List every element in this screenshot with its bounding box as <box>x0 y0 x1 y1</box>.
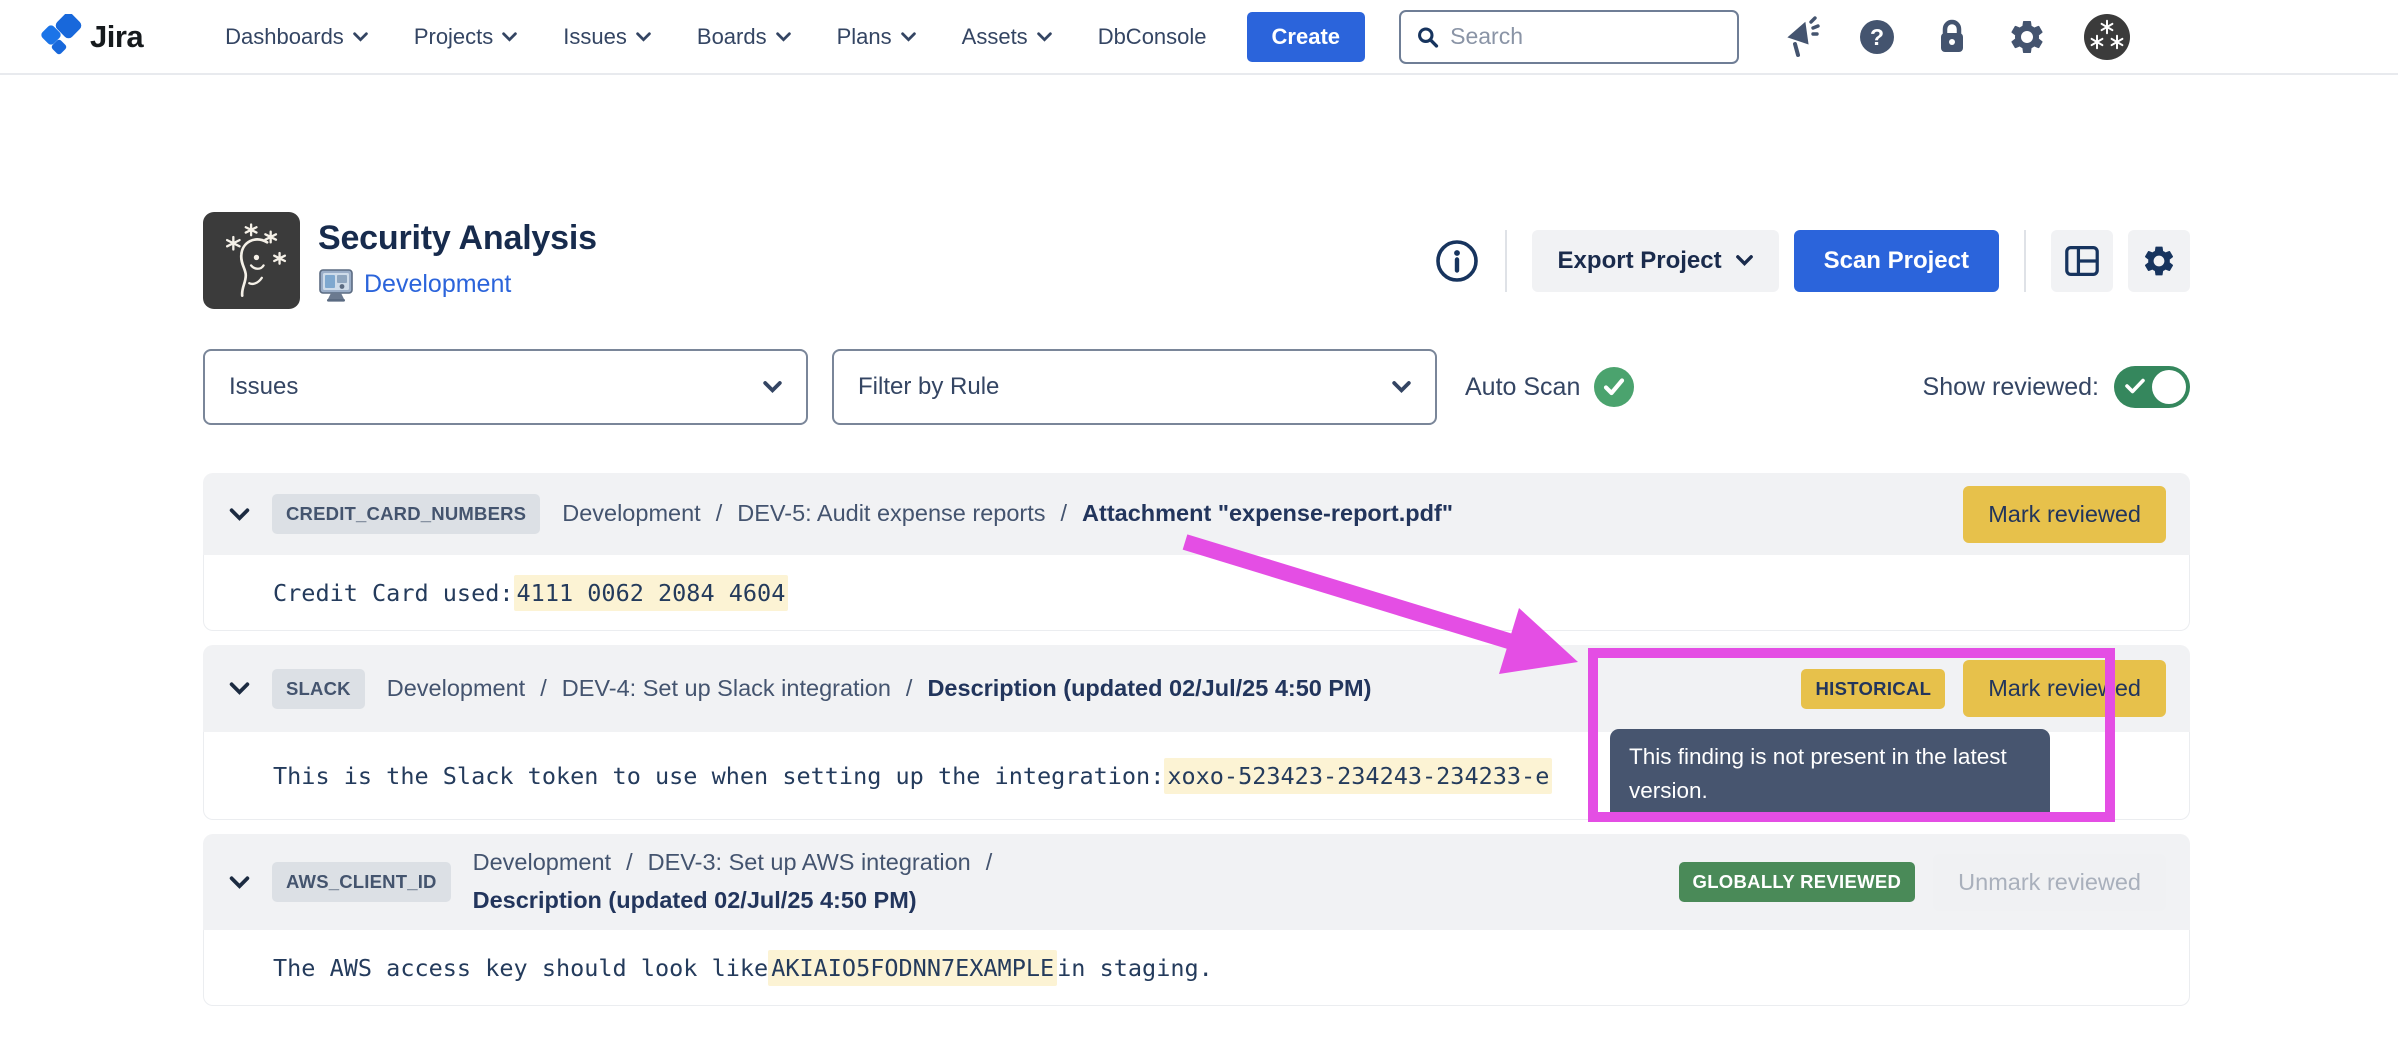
nav-item-dbconsole[interactable]: DbConsole <box>1098 24 1207 50</box>
rule-badge: AWS_CLIENT_ID <box>272 862 451 902</box>
crumb-issue[interactable]: DEV-3: Set up AWS integration <box>648 844 971 882</box>
create-button[interactable]: Create <box>1247 12 1365 62</box>
historical-badge: HISTORICAL <box>1801 669 1945 709</box>
collapse-chevron-icon[interactable] <box>229 876 250 889</box>
search-box[interactable] <box>1399 10 1739 64</box>
scan-project-button[interactable]: Scan Project <box>1794 230 1999 292</box>
finding-card-slack: SLACK Development / DEV-4: Set up Slack … <box>203 645 2190 820</box>
crumb-issue[interactable]: DEV-5: Audit expense reports <box>737 495 1045 533</box>
user-avatar[interactable] <box>2083 13 2131 61</box>
mark-reviewed-button[interactable]: Mark reviewed <box>1963 660 2166 717</box>
gear-icon <box>2141 243 2177 279</box>
globally-reviewed-badge: GLOBALLY REVIEWED <box>1679 862 1916 902</box>
face-sparkles-avatar-art <box>212 219 292 303</box>
finding-content: The AWS access key should look like AKIA… <box>203 930 2190 1006</box>
show-reviewed-toggle[interactable] <box>2114 366 2190 408</box>
collapse-chevron-icon[interactable] <box>229 682 250 695</box>
chevron-down-icon <box>1037 32 1052 42</box>
nav-item-projects[interactable]: Projects <box>414 24 517 50</box>
gear-icon[interactable] <box>2007 17 2047 57</box>
layout-icon <box>2064 244 2100 278</box>
search-input[interactable] <box>1450 23 1722 50</box>
chevron-down-icon <box>901 32 916 42</box>
settings-button[interactable] <box>2128 230 2190 292</box>
issues-filter-select[interactable]: Issues <box>203 349 808 425</box>
unmark-reviewed-button[interactable]: Unmark reviewed <box>1933 854 2166 911</box>
collapse-chevron-icon[interactable] <box>229 508 250 521</box>
breadcrumb: Development / DEV-4: Set up Slack integr… <box>387 670 1372 708</box>
help-icon[interactable]: ? <box>1857 17 1897 57</box>
crumb-project[interactable]: Development <box>387 670 525 708</box>
chevron-down-icon <box>763 381 782 393</box>
secret-highlight: 4111 0062 2084 4604 <box>514 575 789 611</box>
search-icon <box>1416 24 1439 50</box>
finding-location: Description (updated 02/Jul/25 4:50 PM) <box>473 882 917 920</box>
finding-content: Credit Card used: 4111 0062 2084 4604 <box>203 555 2190 631</box>
nav-item-dashboards[interactable]: Dashboards <box>225 24 368 50</box>
findings-list: CREDIT_CARD_NUMBERS Development / DEV-5:… <box>203 473 2190 1006</box>
announcement-icon[interactable] <box>1781 16 1821 58</box>
finding-location: Attachment "expense-report.pdf" <box>1082 495 1453 533</box>
chevron-down-icon <box>1392 381 1411 393</box>
nav-item-issues[interactable]: Issues <box>563 24 651 50</box>
rule-filter-select[interactable]: Filter by Rule <box>832 349 1437 425</box>
rule-badge: CREDIT_CARD_NUMBERS <box>272 494 540 534</box>
secret-highlight: xoxo-523423-234243-234233-e <box>1164 758 1552 794</box>
rule-badge: SLACK <box>272 669 365 709</box>
jira-logo[interactable]: Jira <box>36 14 143 60</box>
check-circle-icon <box>1593 366 1635 408</box>
toggle-knob <box>2152 370 2186 404</box>
project-actions: Export Project Scan Project <box>1434 230 2190 292</box>
nav-item-boards[interactable]: Boards <box>697 24 791 50</box>
layout-view-button[interactable] <box>2051 230 2113 292</box>
nav-menu: Dashboards Projects Issues Boards Plans … <box>225 24 1206 50</box>
finding-header: AWS_CLIENT_ID Development / DEV-3: Set u… <box>203 834 2190 930</box>
historical-tooltip: This finding is not present in the lates… <box>1610 729 2050 821</box>
filter-row: Issues Filter by Rule Auto Scan Show rev… <box>203 349 2190 425</box>
lock-icon[interactable] <box>1933 17 1971 57</box>
crumb-project[interactable]: Development <box>473 844 611 882</box>
show-reviewed-control: Show reviewed: <box>1923 366 2190 408</box>
auto-scan-indicator: Auto Scan <box>1465 366 1635 408</box>
computer-icon <box>318 267 354 303</box>
info-icon[interactable] <box>1434 238 1480 284</box>
chevron-down-icon <box>776 32 791 42</box>
divider <box>1505 230 1507 292</box>
finding-location: Description (updated 02/Jul/25 4:50 PM) <box>927 670 1371 708</box>
nav-item-plans[interactable]: Plans <box>837 24 916 50</box>
crumb-issue[interactable]: DEV-4: Set up Slack integration <box>562 670 891 708</box>
breadcrumb: Development / DEV-3: Set up AWS integrat… <box>473 844 1253 919</box>
breadcrumb: Development / DEV-5: Audit expense repor… <box>562 495 1453 533</box>
export-project-button[interactable]: Export Project <box>1532 230 1779 292</box>
page-title: Security Analysis <box>318 219 597 258</box>
check-icon <box>2125 378 2145 394</box>
project-avatar <box>203 212 300 309</box>
nav-icons: ? <box>1781 13 2131 61</box>
project-titles: Security Analysis Development <box>318 219 597 303</box>
crumb-project[interactable]: Development <box>562 495 700 533</box>
jira-logo-text: Jira <box>90 19 143 55</box>
finding-card-credit-card: CREDIT_CARD_NUMBERS Development / DEV-5:… <box>203 473 2190 631</box>
svg-text:?: ? <box>1870 24 1884 50</box>
top-navigation-bar: Jira Dashboards Projects Issues Boards P… <box>0 0 2398 75</box>
secret-highlight: AKIAIO5FODNN7EXAMPLE <box>768 950 1057 986</box>
finding-card-aws: AWS_CLIENT_ID Development / DEV-3: Set u… <box>203 834 2190 1006</box>
chevron-down-icon <box>353 32 368 42</box>
project-header: Security Analysis Development <box>203 212 2190 309</box>
nav-item-assets[interactable]: Assets <box>962 24 1052 50</box>
chevron-down-icon <box>502 32 517 42</box>
jira-logo-icon <box>36 14 82 60</box>
chevron-down-icon <box>636 32 651 42</box>
divider <box>2024 230 2026 292</box>
finding-header: SLACK Development / DEV-4: Set up Slack … <box>203 645 2190 732</box>
mark-reviewed-button[interactable]: Mark reviewed <box>1963 486 2166 543</box>
finding-header: CREDIT_CARD_NUMBERS Development / DEV-5:… <box>203 473 2190 555</box>
chevron-down-icon <box>1736 255 1753 266</box>
project-breadcrumb-link[interactable]: Development <box>364 270 511 299</box>
